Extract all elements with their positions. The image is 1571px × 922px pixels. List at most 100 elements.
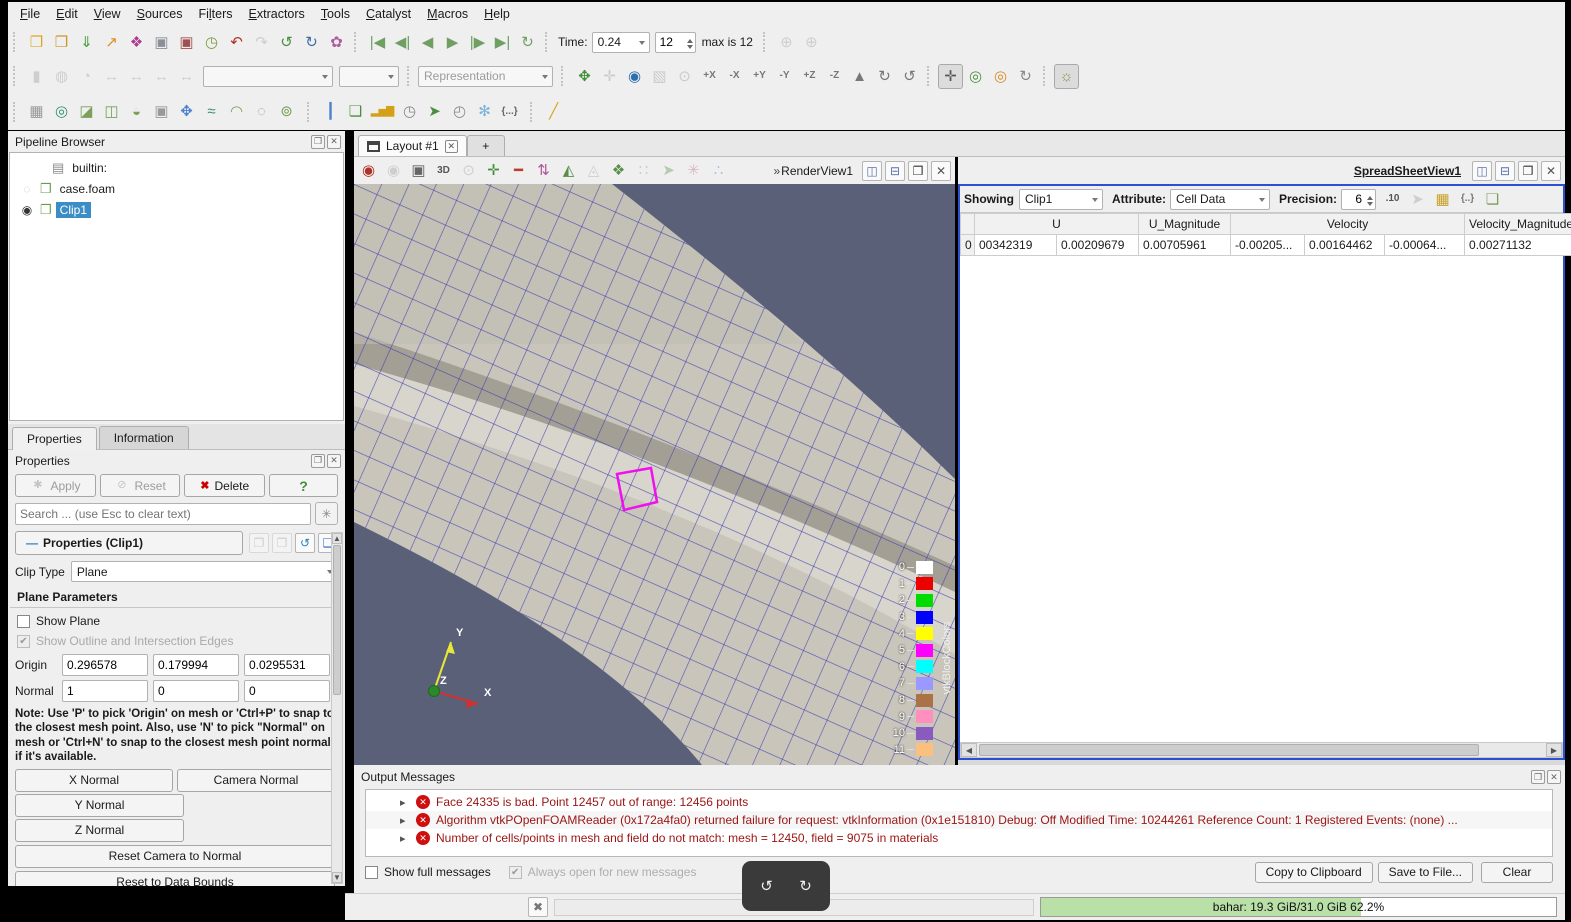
zoom-to-data-icon[interactable]: ✛ (597, 64, 622, 89)
touch-undo-icon[interactable]: ↺ (754, 874, 779, 899)
redo-icon[interactable]: ↷ (249, 30, 274, 55)
column-format-icon[interactable]: .10 (1380, 187, 1405, 212)
capture-screenshot-icon[interactable]: ▣ (406, 158, 431, 183)
close-panel-icon[interactable]: ✕ (327, 134, 341, 149)
normal-x-field[interactable] (62, 680, 148, 702)
delete-button[interactable]: ✖ Delete (184, 474, 266, 497)
expand-message-icon[interactable]: ▸ (400, 814, 410, 827)
extract-subset-icon[interactable]: ▣ (149, 99, 174, 124)
rotate-90-ccw-icon[interactable]: ↺ (897, 64, 922, 89)
menu-tools[interactable]: Tools (313, 5, 358, 23)
toolbar-handle[interactable] (13, 32, 19, 52)
select-frustum-cells-icon[interactable]: ❖ (606, 158, 631, 183)
menu-file[interactable]: File (12, 5, 48, 23)
reset-button[interactable]: ⊘ Reset (99, 474, 181, 497)
disconnect-server-icon[interactable]: ▣ (174, 30, 199, 55)
render-viewport[interactable]: Y X Z 0 1 2 3 4 5 6 7 8 9 10 11 vtkBlockColors (354, 184, 955, 765)
reset-to-data-bounds-button[interactable]: Reset to Data Bounds (15, 870, 335, 886)
rescale-temporal-range-icon[interactable]: ↔ (149, 64, 174, 89)
menu-extractors[interactable]: Extractors (241, 5, 313, 23)
scroll-down-icon[interactable]: ▼ (332, 872, 342, 883)
add-layout-tab[interactable]: + (466, 135, 505, 156)
origin-x-field[interactable] (62, 654, 148, 676)
loop-icon[interactable]: ↻ (515, 30, 540, 55)
maximize-view-icon[interactable]: ❒ (908, 160, 928, 181)
spreadsheet-hscrollbar-thumb[interactable] (979, 744, 1479, 756)
zoom-in-icon[interactable]: ⊕ (774, 30, 799, 55)
grow-selection-icon[interactable]: ⇅ (531, 158, 556, 183)
scroll-up-icon[interactable]: ▲ (332, 533, 342, 544)
scroll-left-icon[interactable]: ◀ (961, 743, 977, 757)
menu-filters[interactable]: Filters (190, 5, 240, 23)
undock-panel-icon[interactable]: ❐ (311, 134, 325, 149)
properties-section-header[interactable]: — Properties (Clip1) (15, 531, 243, 555)
zoom-window-icon[interactable]: ⊙ (456, 158, 481, 183)
catalyst-icon[interactable]: ❖ (124, 30, 149, 55)
view-plus-y-icon[interactable]: +Y (747, 64, 772, 89)
clip-icon[interactable]: ◪ (74, 99, 99, 124)
reset-camera-to-normal-button[interactable]: Reset Camera to Normal (15, 844, 335, 868)
rotate-90-cw-icon[interactable]: ↻ (872, 64, 897, 89)
stream-tracer-icon[interactable]: ≈ (199, 99, 224, 124)
menu-help[interactable]: Help (476, 5, 518, 23)
tab-information[interactable]: Information (98, 426, 189, 449)
view-minus-y-icon[interactable]: -Y (772, 64, 797, 89)
calculator-icon[interactable]: ▦ (24, 99, 49, 124)
reset-camera-icon[interactable]: ✥ (572, 64, 597, 89)
data-cell[interactable]: -0.00064... (1384, 234, 1466, 256)
maximize-view-icon[interactable]: ❒ (1518, 160, 1538, 181)
data-cell[interactable]: 0.00705961 (1138, 234, 1232, 256)
frame-spinbox[interactable] (654, 31, 696, 53)
abort-progress-icon[interactable]: ✖ (528, 897, 548, 917)
showing-combo[interactable]: Clip1 (1019, 188, 1103, 210)
paste-properties-icon[interactable]: ❐ (272, 533, 292, 553)
split-horizontal-icon[interactable]: ◫ (862, 160, 882, 181)
save-data-icon[interactable]: ⇓ (74, 30, 99, 55)
split-vertical-icon[interactable]: ⊟ (1495, 160, 1515, 181)
pipeline-item-case-foam[interactable]: ◌ ❒ case.foam (10, 178, 343, 199)
tab-properties[interactable]: Properties (12, 427, 97, 450)
glyph-icon[interactable]: ✥ (174, 99, 199, 124)
light-kit-icon[interactable]: ☼ (1054, 63, 1079, 89)
visibility-eye-closed-icon[interactable]: ◌ (18, 182, 36, 196)
view-minus-z-icon[interactable]: -Z (822, 64, 847, 89)
clip-type-combo[interactable]: Plane (70, 561, 338, 582)
plot-data-over-time-icon[interactable]: ◴ (447, 99, 472, 124)
next-frame-icon[interactable]: |▶ (465, 30, 490, 55)
copy-to-clipboard-button[interactable]: Copy to Clipboard (1254, 861, 1373, 883)
show-orientation-axes-icon[interactable]: ↻ (1013, 64, 1038, 89)
z-normal-button[interactable]: Z Normal (15, 818, 184, 842)
save-to-file-button[interactable]: Save to File... (1377, 861, 1473, 883)
menu-sources[interactable]: Sources (129, 5, 191, 23)
error-message-row[interactable]: ▸ ✕ Algorithm vtkPOpenFOAMReader (0x172a4f… (366, 811, 1552, 829)
auto-apply-icon[interactable]: ◷ (199, 30, 224, 55)
toolbar-handle[interactable] (927, 66, 933, 86)
connect-server-icon[interactable]: ▣ (149, 30, 174, 55)
data-cell[interactable]: -0.00205... (1230, 234, 1306, 256)
reset-session-icon[interactable]: ↗ (99, 30, 124, 55)
attribute-combo[interactable]: Cell Data (1170, 188, 1270, 210)
select-block-icon[interactable]: ➤ (656, 158, 681, 183)
rescale-custom-range-icon[interactable]: ↔ (124, 64, 149, 89)
visibility-eye-open-icon[interactable]: ◉ (18, 203, 36, 217)
select-cells-add-icon[interactable]: ✛ (481, 158, 506, 183)
data-cell[interactable]: 00342319 (974, 234, 1057, 256)
histogram-icon[interactable]: ▂▅▇ (368, 99, 397, 124)
split-horizontal-icon[interactable]: ◫ (1472, 160, 1492, 181)
open-recent-icon[interactable]: ❒ (49, 30, 74, 55)
open-icon[interactable]: ❒ (24, 30, 49, 55)
camera-normal-button[interactable]: Camera Normal (177, 768, 335, 792)
toggle-2d3d-icon[interactable]: 3D (431, 158, 456, 183)
select-cells-subtract-icon[interactable]: ━ (506, 158, 531, 183)
color-by-combo[interactable] (203, 65, 333, 87)
camera-undo-icon[interactable]: ↺ (274, 30, 299, 55)
toolbar-handle[interactable] (530, 101, 536, 122)
toolbar-handle[interactable] (762, 32, 769, 52)
scroll-right-icon[interactable]: ▶ (1546, 743, 1562, 757)
copy-properties-icon[interactable]: ❐ (249, 533, 269, 553)
color-palette-icon[interactable]: ✿ (324, 30, 349, 55)
view-plus-x-icon[interactable]: +X (697, 64, 722, 89)
rescale-data-range-icon[interactable]: ↔ (99, 64, 124, 89)
show-center-axes-icon[interactable]: ✛ (938, 63, 963, 89)
component-combo[interactable] (339, 65, 399, 87)
